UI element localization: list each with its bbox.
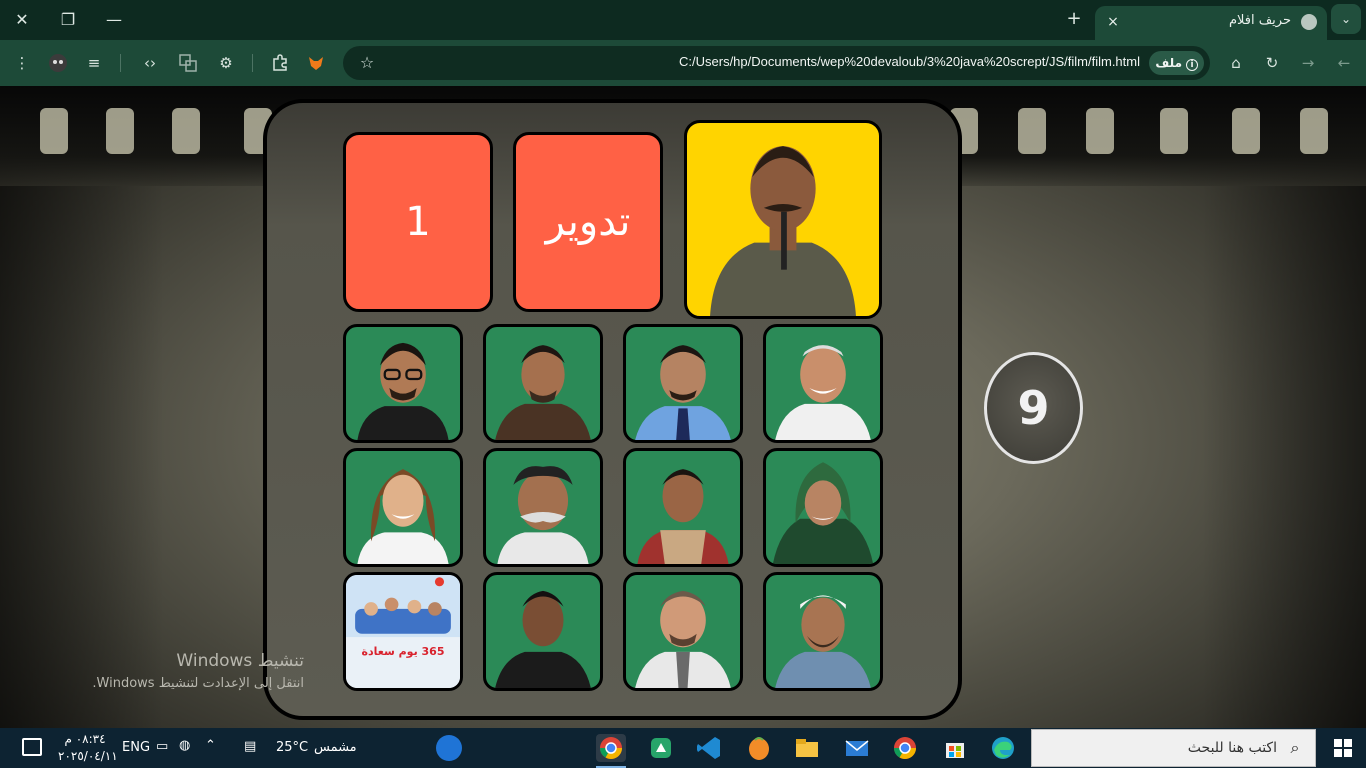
browser-toolbar: ⋮ ≡ ‹› ⚙ ☆ C:/Users/hp/Documents/wep%20d…	[0, 40, 1366, 86]
edge-icon[interactable]	[988, 734, 1018, 762]
movie-poster-card[interactable]: 365 يوم سعادة	[343, 572, 463, 691]
mail-icon[interactable]	[842, 734, 872, 762]
extensions-icon[interactable]	[268, 51, 292, 75]
fl-studio-icon[interactable]	[744, 734, 774, 762]
help-app-icon[interactable]	[436, 735, 462, 761]
tray-overflow-icon[interactable]: ⌃	[205, 738, 216, 753]
home-icon[interactable]: ⌂	[1224, 51, 1248, 75]
actor-card-5[interactable]	[343, 448, 463, 567]
actor-card-2[interactable]	[483, 324, 603, 443]
tab-title: حريف افلام	[1228, 13, 1291, 28]
browser-tab-bar: ✕ ❐ — + × حريف افلام ⌄	[0, 0, 1366, 40]
file-explorer-icon[interactable]	[792, 734, 822, 762]
extension-avatar-icon[interactable]	[46, 51, 70, 75]
battery-icon[interactable]: ▭	[156, 739, 168, 754]
vpn-icon[interactable]: ⚙	[214, 51, 238, 75]
clock-time: ٠٨:٣٤ م	[64, 732, 106, 746]
vscode-icon[interactable]	[694, 734, 724, 762]
menu-icon[interactable]: ⋮	[10, 51, 34, 75]
window-close-button[interactable]: ✕	[9, 8, 35, 32]
window-minimize-button[interactable]: —	[101, 8, 127, 32]
browser-tab[interactable]: × حريف افلام	[1095, 6, 1327, 40]
store-icon[interactable]	[940, 734, 970, 762]
actor-card-4[interactable]	[763, 324, 883, 443]
translate-icon[interactable]	[176, 51, 200, 75]
tab-close-button[interactable]: ×	[1103, 12, 1123, 32]
devtools-icon[interactable]: ‹›	[138, 51, 162, 75]
actor-card-6[interactable]	[483, 448, 603, 567]
windows-start-button[interactable]	[1320, 728, 1366, 768]
page-viewport: 1 تدوير 365 يوم سعادة 9 تنشيط Windows ان…	[0, 86, 1366, 728]
actor-card-12[interactable]	[763, 572, 883, 691]
windows-activation-subtitle: انتقل إلى الإعدادت لتنشيط Windows.	[92, 676, 304, 691]
new-tab-button[interactable]: +	[1062, 8, 1086, 32]
taskbar-search-box[interactable]: اكتب هنا للبحث ⌕	[1031, 729, 1316, 767]
globe-icon	[1301, 14, 1317, 30]
forward-icon[interactable]: ←	[1332, 51, 1356, 75]
taskbar-clock[interactable]: ٠٨:٣٤ م ٢٠٢٥/٠٤/١١	[58, 731, 118, 765]
media-control-icon[interactable]: ≡	[82, 51, 106, 75]
actor-card-3[interactable]	[623, 324, 743, 443]
chrome-icon[interactable]	[890, 734, 920, 762]
poster-title: 365 يوم سعادة	[361, 645, 445, 658]
windows-taskbar: ٠٨:٣٤ م ٢٠٢٥/٠٤/١١ ENG ▭ ◍ ⌃ ▤ 25°C مشمس…	[0, 728, 1366, 768]
notification-icon[interactable]	[22, 738, 42, 756]
chrome-taskbar-icon[interactable]	[596, 734, 626, 768]
counter-button[interactable]: 1	[343, 132, 493, 312]
bookmark-star-icon[interactable]: ☆	[355, 51, 379, 75]
network-globe-icon[interactable]: ◍	[179, 738, 190, 753]
weather-icon[interactable]: ▤	[244, 739, 256, 754]
score-counter: 9	[984, 352, 1083, 464]
fox-icon[interactable]	[304, 51, 328, 75]
actor-card-11[interactable]	[623, 572, 743, 691]
clock-date: ٢٠٢٥/٠٤/١١	[58, 749, 118, 763]
windows-activation-title: تنشيط Windows	[176, 651, 304, 671]
rotate-button[interactable]: تدوير	[513, 132, 663, 312]
tab-search-button[interactable]: ⌄	[1331, 4, 1361, 34]
reload-icon[interactable]: ↻	[1260, 51, 1284, 75]
site-info-chip[interactable]: i ملف	[1149, 51, 1204, 75]
featured-actor-card	[684, 120, 882, 319]
window-restore-button[interactable]: ❐	[55, 8, 81, 32]
search-icon: ⌕	[1290, 738, 1300, 757]
info-icon: i	[1186, 59, 1198, 71]
app-icon-green[interactable]	[646, 734, 676, 762]
actor-card-10[interactable]	[483, 572, 603, 691]
address-bar[interactable]: ☆ C:/Users/hp/Documents/wep%20devaloub/3…	[343, 46, 1210, 80]
actor-card-1[interactable]	[343, 324, 463, 443]
weather-temp[interactable]: 25°C	[276, 740, 308, 755]
back-icon[interactable]: →	[1296, 51, 1320, 75]
weather-label[interactable]: مشمس	[314, 740, 357, 755]
search-placeholder: اكتب هنا للبحث	[1187, 740, 1277, 756]
url-text[interactable]: C:/Users/hp/Documents/wep%20devaloub/3%2…	[679, 54, 1140, 69]
site-info-label: ملف	[1155, 56, 1182, 70]
actor-card-7[interactable]	[623, 448, 743, 567]
actor-card-8[interactable]	[763, 448, 883, 567]
language-indicator[interactable]: ENG	[122, 740, 150, 755]
